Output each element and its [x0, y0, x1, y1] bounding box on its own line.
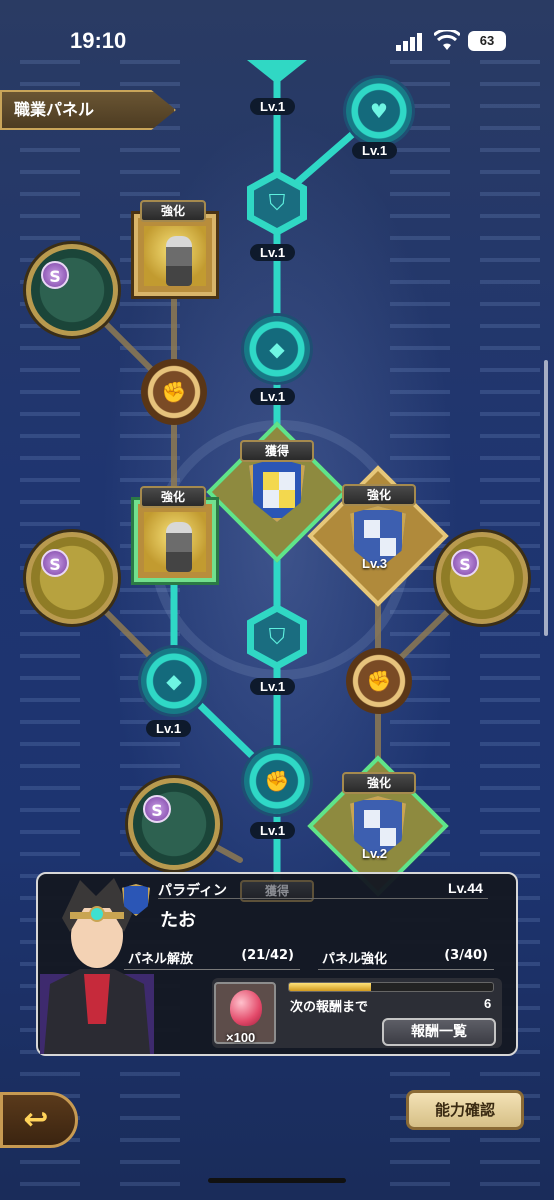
- reward-list-button[interactable]: 報酬一覧: [382, 1018, 496, 1046]
- shield-quarter: [364, 520, 380, 538]
- panel-enhance-value: (3/40): [444, 948, 488, 963]
- divider: [158, 898, 488, 899]
- panel-node-locked[interactable]: ✊: [346, 648, 412, 714]
- panel-node-enhance-skill[interactable]: [134, 214, 216, 296]
- job-panel-screen: 19:10 63 職業パネル Lv.1 ♥ Lv.1 ⛉ Lv.1 強化 S ◆…: [0, 0, 554, 1200]
- node-level-label: Lv.2: [362, 846, 388, 861]
- node-level-label: Lv.1: [352, 142, 398, 159]
- home-indicator[interactable]: [208, 1178, 346, 1183]
- back-button[interactable]: ↩: [0, 1092, 78, 1148]
- shield-quarter: [380, 828, 396, 846]
- heart-icon: ♥: [370, 99, 388, 123]
- panel-node-special[interactable]: S: [26, 532, 118, 624]
- reward-next-label: 次の報酬まで: [290, 1000, 369, 1015]
- node-level-label: Lv.1: [250, 822, 296, 839]
- back-arrow-icon: ↩: [23, 1102, 49, 1137]
- node-level-label: Lv.1: [250, 98, 296, 115]
- panel-node-gem[interactable]: ◆: [141, 648, 207, 714]
- muscle-icon: ✊: [366, 669, 392, 693]
- reward-progress-bar: [288, 982, 494, 992]
- panel-node-heart[interactable]: ♥: [346, 78, 412, 144]
- node-level-label: Lv.1: [250, 678, 296, 695]
- panel-enhance-label: パネル強化: [322, 952, 388, 967]
- panel-unlock-label: パネル解放: [128, 952, 194, 967]
- reward-progress-fill: [289, 983, 371, 991]
- s-badge-icon: S: [143, 795, 171, 823]
- s-badge-icon: S: [41, 549, 69, 577]
- muscle-icon: ✊: [264, 769, 290, 793]
- s-badge-icon: S: [451, 549, 479, 577]
- shield-icon: ⛉: [254, 612, 300, 662]
- diamond-icon: ◆: [166, 669, 182, 693]
- knight-figure-icon: [166, 236, 192, 286]
- page-title: 職業パネル: [0, 90, 176, 130]
- panel-node-special[interactable]: S: [26, 244, 118, 336]
- shield-icon: ⛉: [254, 178, 300, 228]
- node-level-label: Lv.1: [250, 244, 296, 261]
- shield-quarter: [364, 810, 380, 828]
- reward-next-count: 6: [484, 996, 492, 1011]
- enhance-tag: 強化: [140, 486, 206, 508]
- panel-node-enhance-skill[interactable]: [134, 500, 216, 582]
- diamond-icon: ◆: [269, 337, 285, 361]
- panel-unlock-stat: パネル解放 (21/42): [124, 944, 300, 970]
- battery-icon: 63: [468, 31, 506, 51]
- enhance-tag: 強化: [342, 484, 416, 506]
- skill-image: [144, 226, 206, 286]
- s-badge-icon: S: [41, 261, 69, 289]
- shield-quarter: [263, 490, 279, 508]
- panel-enhance-stat: パネル強化 (3/40): [318, 944, 494, 970]
- node-level-label: Lv.1: [250, 388, 296, 405]
- panel-unlock-value: (21/42): [241, 948, 294, 963]
- wifi-icon: [434, 30, 460, 50]
- shield-quarter: [380, 538, 396, 556]
- ability-check-button[interactable]: 能力確認: [406, 1090, 524, 1130]
- node-level-label: Lv.3: [362, 556, 388, 571]
- enhance-tag: 強化: [140, 200, 206, 222]
- reward-item-count: ×100: [226, 1030, 256, 1045]
- crystal-icon: [230, 990, 262, 1026]
- shield-quarter: [279, 472, 295, 490]
- node-level-label: Lv.1: [146, 720, 192, 737]
- panel-node-special[interactable]: S: [128, 778, 220, 870]
- shield-quarter: [263, 472, 279, 490]
- panel-node-strength[interactable]: ✊: [244, 748, 310, 814]
- knight-figure-icon: [166, 522, 192, 572]
- scrollbar[interactable]: [544, 360, 548, 636]
- character-level: Lv.44: [448, 880, 483, 896]
- acquired-tag: 獲得: [240, 440, 314, 462]
- shield-quarter: [279, 490, 295, 508]
- character-job: パラディン: [158, 883, 228, 899]
- character-name: たお: [160, 910, 196, 931]
- status-time: 19:10: [70, 28, 127, 53]
- enhance-tag: 強化: [342, 772, 416, 794]
- panel-node-locked[interactable]: ✊: [141, 359, 207, 425]
- panel-node-special[interactable]: S: [436, 532, 528, 624]
- signal-icon: [396, 33, 422, 51]
- panel-node-gem[interactable]: ◆: [244, 316, 310, 382]
- claw-icon: ✊: [161, 380, 187, 404]
- skill-image: [144, 512, 206, 572]
